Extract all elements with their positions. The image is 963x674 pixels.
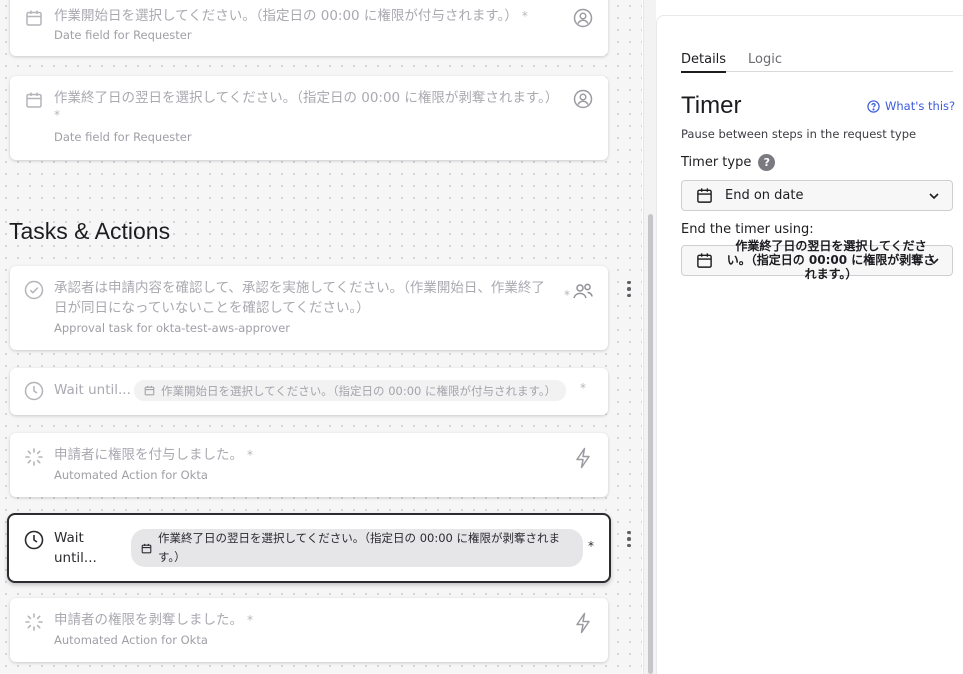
- date-field-card-start[interactable]: 作業開始日を選択してください。（指定日の 00:00 に権限が付与されます。） *…: [10, 0, 608, 56]
- action-subtitle: Automated Action for Okta: [54, 633, 208, 647]
- date-field-title: 作業終了日の翌日を選択してください。（指定日の 00:00 に権限が剥奪されます…: [54, 90, 559, 106]
- date-field-subtitle: Date field for Requester: [54, 28, 192, 42]
- canvas-scrollbar[interactable]: [643, 0, 656, 674]
- date-field-chip: 作業終了日の翌日を選択してください。（指定日の 00:00 に権限が剥奪されます…: [131, 529, 583, 567]
- wait-until-label: Wait until...: [54, 530, 97, 566]
- required-asterisk: *: [564, 288, 570, 302]
- details-panel: Details Logic Timer What's this? Pause b…: [656, 15, 963, 674]
- action-subtitle: Automated Action for Okta: [54, 468, 208, 482]
- action-spinner-icon: [24, 612, 44, 632]
- check-circle-icon: [24, 280, 44, 300]
- wait-until-card-end-selected[interactable]: Wait until... 作業終了日の翌日を選択してください。（指定日の 00…: [7, 513, 611, 583]
- panel-title: Timer: [681, 92, 742, 119]
- end-timer-label: End the timer using:: [681, 222, 814, 237]
- date-field-chip: 作業開始日を選択してください。（指定日の 00:00 に権限が付与されます。）: [134, 380, 567, 401]
- requester-icon: [572, 7, 594, 29]
- question-circle-icon: [867, 99, 880, 113]
- end-timer-value: 作業終了日の翌日を選択してください。（指定日の 00:00 に権限が剥奪されます…: [726, 239, 936, 281]
- requester-icon: [572, 88, 594, 110]
- automated-action-card-grant[interactable]: 申請者に権限を付与しました。 * Automated Action for Okt…: [10, 433, 608, 497]
- panel-description: Pause between steps in the request type: [681, 127, 917, 141]
- chip-label: 作業終了日の翌日を選択してください。（指定日の 00:00 に権限が剥奪されます…: [158, 531, 561, 564]
- section-title-tasks-actions: Tasks & Actions: [9, 218, 171, 244]
- timer-type-value: End on date: [725, 188, 804, 203]
- timer-type-select[interactable]: End on date: [681, 180, 953, 211]
- workflow-canvas: 作業開始日を選択してください。（指定日の 00:00 に権限が付与されます。） *…: [0, 0, 642, 674]
- wait-until-label: Wait until...: [54, 382, 131, 398]
- chip-label: 作業開始日を選択してください。（指定日の 00:00 に権限が付与されます。）: [161, 383, 557, 398]
- approval-task-subtitle: Approval task for okta-test-aws-approver: [54, 321, 291, 335]
- automated-action-card-revoke[interactable]: 申請者の権限を剥奪しました。 * Automated Action for Okt…: [10, 598, 608, 662]
- action-title: 申請者の権限を剥奪しました。 *: [54, 612, 253, 628]
- approval-task-menu-icon[interactable]: [622, 279, 636, 299]
- approval-task-card[interactable]: 承認者は申請内容を確認して、承認を実施してください。（作業開始日、作業終了日が同…: [10, 266, 608, 350]
- date-field-subtitle: Date field for Requester: [54, 130, 192, 144]
- tab-logic[interactable]: Logic: [748, 52, 782, 71]
- calendar-icon: [141, 543, 152, 554]
- tab-details[interactable]: Details: [681, 52, 727, 73]
- required-asterisk: *: [588, 539, 594, 553]
- timer-type-label: Timer type ?: [681, 154, 776, 171]
- date-field-card-end[interactable]: 作業終了日の翌日を選択してください。（指定日の 00:00 に権限が剥奪されます…: [10, 76, 608, 160]
- required-asterisk: *: [54, 108, 60, 122]
- end-timer-select[interactable]: 作業終了日の翌日を選択してください。（指定日の 00:00 に権限が剥奪されます…: [681, 239, 953, 281]
- chevron-down-icon: [928, 255, 940, 271]
- calendar-icon: [144, 385, 155, 396]
- whats-this-link[interactable]: What's this?: [867, 99, 955, 113]
- wait-until-card-start[interactable]: Wait until... 作業開始日を選択してください。（指定日の 00:00…: [10, 368, 608, 415]
- approval-task-title: 承認者は申請内容を確認して、承認を実施してください。（作業開始日、作業終了日が同…: [54, 280, 545, 316]
- calendar-icon: [24, 90, 44, 110]
- date-field-title: 作業開始日を選択してください。（指定日の 00:00 に権限が付与されます。） *: [54, 8, 528, 24]
- chevron-down-icon: [928, 190, 940, 206]
- clock-icon: [24, 530, 44, 550]
- action-title: 申請者に権限を付与しました。 *: [54, 447, 253, 463]
- help-icon[interactable]: ?: [758, 154, 776, 171]
- calendar-icon: [696, 252, 713, 269]
- calendar-icon: [696, 187, 713, 204]
- wait-until-menu-icon[interactable]: [622, 529, 636, 549]
- canvas-scrollbar-thumb[interactable]: [648, 214, 653, 674]
- required-asterisk: *: [580, 381, 586, 395]
- lightning-bolt-icon: [572, 447, 594, 469]
- group-users-icon: [572, 280, 594, 302]
- whats-this-label: What's this?: [885, 99, 956, 113]
- clock-icon: [24, 381, 44, 401]
- action-spinner-icon: [24, 447, 44, 467]
- lightning-bolt-icon: [572, 612, 594, 634]
- calendar-icon: [24, 8, 44, 28]
- panel-tabs: Details Logic: [681, 52, 953, 73]
